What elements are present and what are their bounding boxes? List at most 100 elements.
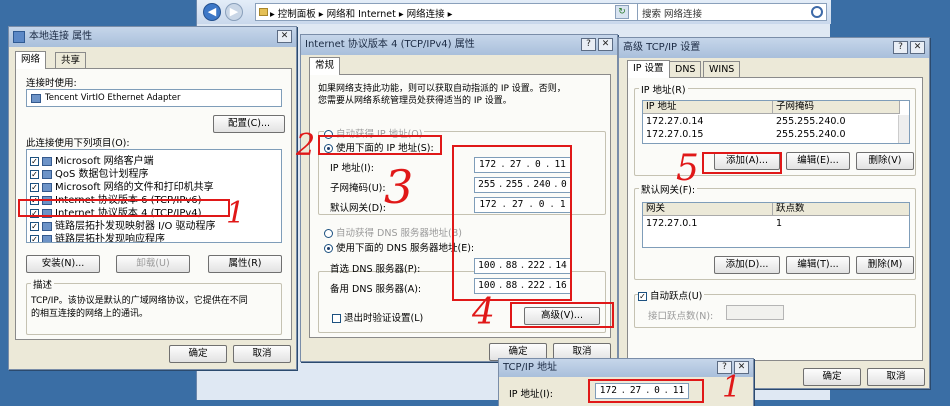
validate-checkbox[interactable]: 退出时验证设置(L)	[332, 310, 423, 324]
checkbox-unchecked-icon[interactable]	[332, 314, 341, 323]
items-label: 此连接使用下列项目(O):	[26, 138, 130, 149]
window-title: 高级 TCP/IP 设置	[623, 42, 701, 53]
connect-using-label: 连接时使用:	[26, 78, 77, 89]
gateway-label: 默认网关(D):	[330, 203, 386, 214]
intro-text-2: 您需要从网络系统管理员处获得适当的 IP 设置。	[318, 96, 512, 106]
auto-metric-checkbox[interactable]: ✓ 自动跃点(U)	[638, 288, 705, 302]
properties-button[interactable]: 属性(R)	[208, 255, 282, 273]
help-icon[interactable]: ?	[581, 38, 596, 51]
list-item[interactable]: ✓ 链路层拓扑发现响应程序	[30, 230, 165, 243]
column-header-metric[interactable]: 跃点数	[773, 203, 909, 216]
auto-dns-label: 自动获得 DNS 服务器地址(B)	[336, 228, 462, 239]
search-placeholder: 搜索 网络连接	[642, 9, 703, 20]
column-header-gateway[interactable]: 网关	[643, 203, 773, 216]
adapter-icon	[31, 94, 41, 103]
description-text-1: TCP/IP。该协议是默认的广域网络协议，它提供在不同	[31, 296, 248, 306]
checkbox-checked-icon[interactable]: ✓	[638, 292, 647, 301]
forward-icon[interactable]: ▶	[225, 3, 243, 21]
table-cell-mask[interactable]: 255.255.240.0	[776, 116, 846, 127]
ip-address-table[interactable]: IP 地址 子网掩码 172.27.0.14 255.255.240.0 172…	[642, 100, 910, 144]
highlight-ipv4-item	[18, 199, 230, 217]
ip-address-label: IP 地址(I):	[509, 389, 553, 400]
table-cell-gateway[interactable]: 172.27.0.1	[646, 218, 697, 229]
annotation-3: 3	[384, 160, 414, 214]
annotation-5: 5	[676, 148, 699, 189]
adapter-name: Tencent VirtIO Ethernet Adapter	[45, 93, 181, 103]
table-cell-ip[interactable]: 172.27.0.14	[646, 116, 703, 127]
table-cell-ip[interactable]: 172.27.0.15	[646, 129, 703, 140]
validate-label: 退出时验证设置(L)	[344, 313, 424, 324]
radio-on-icon[interactable]	[324, 244, 333, 253]
help-icon[interactable]: ?	[893, 41, 908, 54]
close-icon[interactable]: ✕	[598, 38, 613, 51]
radio-off-icon[interactable]	[324, 229, 333, 238]
search-field[interactable]: 搜索 网络连接	[637, 3, 827, 21]
add-gateway-button[interactable]: 添加(D)...	[714, 256, 780, 274]
delete-gateway-button[interactable]: 删除(M)	[856, 256, 914, 274]
edit-gateway-button[interactable]: 编辑(T)...	[786, 256, 850, 274]
alternate-dns-label: 备用 DNS 服务器(A):	[330, 284, 422, 295]
highlight-add-button	[702, 152, 782, 174]
window-title: TCP/IP 地址	[503, 362, 558, 373]
table-cell-metric[interactable]: 1	[776, 218, 782, 229]
adapter-field: Tencent VirtIO Ethernet Adapter	[26, 89, 282, 107]
description-label: 描述	[31, 277, 55, 291]
close-icon[interactable]: ✕	[910, 41, 925, 54]
highlight-ip-fields	[452, 145, 572, 301]
install-button[interactable]: 安装(N)...	[26, 255, 100, 273]
description-text-2: 的相互连接的网络上的通讯。	[31, 309, 149, 319]
tab-ip-settings[interactable]: IP 设置	[627, 60, 670, 78]
address-field[interactable]: ▸ 控制面板 ▸ 网络和 Internet ▸ 网络连接 ▸	[255, 3, 643, 21]
interface-metric-field[interactable]	[726, 305, 784, 320]
tab-general[interactable]: 常规	[309, 57, 341, 75]
column-header-mask[interactable]: 子网掩码	[773, 101, 900, 114]
annotation-4: 4	[472, 292, 495, 333]
search-icon[interactable]	[811, 6, 823, 18]
window-titlebar: 本地连接 属性	[9, 27, 296, 47]
ip-group-label: IP 地址(R)	[639, 82, 688, 96]
window-titlebar: TCP/IP 地址	[499, 359, 753, 377]
tab-dns[interactable]: DNS	[669, 61, 702, 77]
ok-button[interactable]: 确定	[803, 368, 861, 386]
subnet-mask-label: 子网掩码(U):	[330, 183, 386, 194]
cancel-button[interactable]: 取消	[233, 345, 291, 363]
column-header-ip[interactable]: IP 地址	[643, 101, 773, 114]
annotation-2: 2	[296, 128, 316, 163]
refresh-icon[interactable]: ↻	[615, 5, 629, 19]
description-group: 描述 TCP/IP。该协议是默认的广域网络协议，它提供在不同 的相互连接的网络上…	[26, 277, 282, 335]
uninstall-button[interactable]: 卸载(U)	[116, 255, 190, 273]
tab-sharing[interactable]: 共享	[55, 52, 87, 68]
window-titlebar: 高级 TCP/IP 设置	[619, 38, 929, 58]
ok-button[interactable]: 确定	[169, 345, 227, 363]
ip-settings-panel: IP 地址(R) IP 地址 子网掩码 172.27.0.14 255.255.…	[627, 77, 923, 361]
network-icon	[13, 31, 25, 43]
item-label: 链路层拓扑发现响应程序	[55, 234, 165, 243]
local-connection-properties-window: 本地连接 属性 ✕ 网络 共享 连接时使用: Tencent VirtIO Et…	[8, 26, 297, 370]
auto-dns-radio[interactable]: 自动获得 DNS 服务器地址(B)	[324, 225, 462, 239]
window-title: Internet 协议版本 4 (TCP/IPv4) 属性	[305, 39, 475, 50]
interface-metric-label: 接口跃点数(N):	[648, 311, 714, 322]
configure-button[interactable]: 配置(C)...	[213, 115, 285, 133]
table-cell-mask[interactable]: 255.255.240.0	[776, 129, 846, 140]
preferred-dns-label: 首选 DNS 服务器(P):	[330, 264, 421, 275]
highlight-advanced-button	[510, 302, 614, 328]
folder-icon	[259, 8, 268, 16]
edit-ip-button[interactable]: 编辑(E)...	[786, 152, 850, 170]
scrollbar[interactable]	[898, 115, 909, 143]
cancel-button[interactable]: 取消	[867, 368, 925, 386]
back-icon[interactable]: ◀	[203, 3, 221, 21]
advanced-tcpip-window: 高级 TCP/IP 设置 ? ✕ IP 设置 DNS WINS IP 地址(R)…	[618, 37, 930, 389]
highlight-manual-ip	[318, 135, 442, 155]
tab-wins[interactable]: WINS	[703, 61, 741, 77]
auto-metric-label: 自动跃点(U)	[650, 291, 703, 302]
ip-address-label: IP 地址(I):	[330, 163, 374, 174]
breadcrumb: ▸ 控制面板 ▸ 网络和 Internet ▸ 网络连接 ▸	[270, 9, 453, 20]
checkbox-checked-icon[interactable]: ✓	[30, 234, 39, 242]
window-titlebar: Internet 协议版本 4 (TCP/IPv4) 属性	[301, 35, 617, 55]
protocol-icon	[42, 234, 52, 242]
highlight-new-ip-field	[588, 379, 704, 403]
delete-ip-button[interactable]: 删除(V)	[856, 152, 914, 170]
tab-network[interactable]: 网络	[15, 51, 47, 69]
close-icon[interactable]: ✕	[277, 30, 292, 43]
gateway-table[interactable]: 网关 跃点数 172.27.0.1 1	[642, 202, 910, 248]
